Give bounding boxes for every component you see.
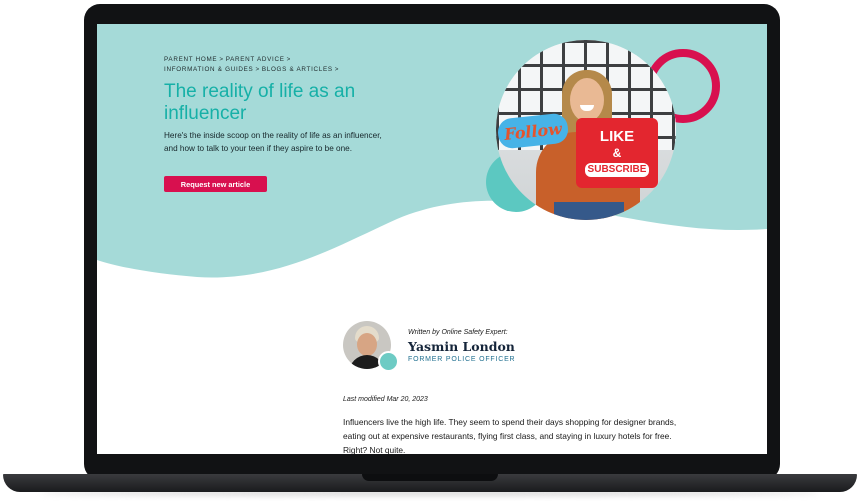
- laptop-screen: Parent Home > Parent Advice > Information &…: [97, 24, 767, 454]
- breadcrumb-item-blogs-articles[interactable]: Blogs & Articles: [262, 66, 333, 73]
- last-modified-date: Last modified Mar 20, 2023: [343, 396, 428, 403]
- breadcrumb-item-parent-home[interactable]: Parent Home: [164, 56, 217, 63]
- written-by-label: Written by Online Safety Expert:: [408, 329, 508, 336]
- sign-line-subscribe: SUBSCRIBE: [584, 163, 650, 177]
- article-paragraph: Influencers live the high life. They see…: [343, 417, 677, 454]
- sign-line-ampersand: &: [612, 146, 622, 160]
- breadcrumb-item-parent-advice[interactable]: Parent Advice: [226, 56, 285, 63]
- breadcrumb: Parent Home > Parent Advice > Information &…: [164, 55, 384, 74]
- breadcrumb-separator: >: [334, 65, 340, 73]
- author-role: FORMER POLICE OFFICER: [408, 356, 516, 363]
- request-article-button[interactable]: Request new article: [164, 176, 267, 192]
- breadcrumb-separator: >: [255, 65, 260, 73]
- person-face: [570, 78, 604, 122]
- page-title: The reality of life as an influencer: [164, 81, 356, 124]
- breadcrumb-separator: >: [286, 56, 291, 63]
- hero-image: Follow LIKE & SUBSCRIBE: [496, 40, 676, 220]
- person-jeans: [554, 202, 624, 220]
- breadcrumb-separator: >: [219, 56, 224, 63]
- sign-line-like: LIKE: [599, 128, 635, 145]
- laptop-base-notch: [362, 474, 498, 481]
- like-subscribe-sign: LIKE & SUBSCRIBE: [576, 118, 658, 188]
- expert-badge: [378, 351, 399, 372]
- avatar-face: [357, 333, 377, 356]
- author-name[interactable]: Yasmin London: [408, 339, 515, 354]
- breadcrumb-item-information-guides[interactable]: Information & Guides: [164, 66, 253, 73]
- page-intro: Here's the inside scoop on the reality o…: [164, 131, 382, 153]
